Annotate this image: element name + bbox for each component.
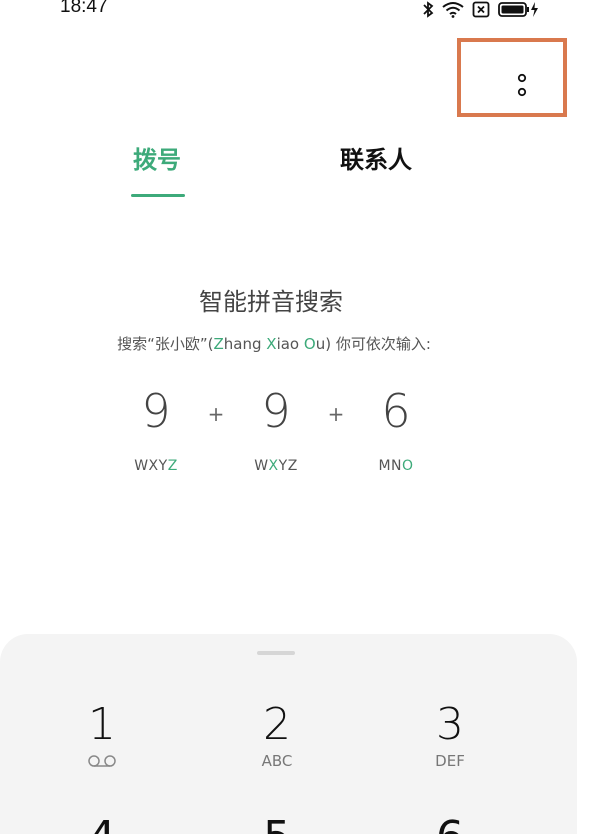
key-digit: 3 — [436, 699, 464, 750]
no-sim-icon — [472, 1, 490, 18]
plus-sign: + — [207, 402, 225, 426]
key-digit: 6 — [430, 818, 470, 834]
key-5[interactable]: 5 — [257, 818, 297, 834]
example-letters-plain: WXY — [134, 458, 168, 474]
example-letters: WXYZ — [116, 458, 196, 474]
example-letters-highlight: Z — [167, 458, 178, 474]
key-digit: 5 — [257, 818, 297, 834]
tab-contacts[interactable]: 联系人 — [340, 140, 412, 175]
example-letters-plain: MN — [378, 458, 403, 474]
more-options-button[interactable] — [505, 64, 541, 108]
voicemail-icon — [88, 755, 116, 767]
desc-prefix: 搜索“张小欧”( — [117, 335, 214, 353]
example-letters-plain: W — [254, 458, 269, 474]
tab-dial[interactable]: 拨号 — [133, 140, 181, 175]
desc-hang: hang — [223, 335, 267, 353]
desc-suffix: ) 你可依次输入: — [325, 335, 431, 353]
key-letters: DEF — [435, 752, 465, 770]
smart-search-title: 智能拼音搜索 — [199, 288, 343, 316]
dial-keypad: 1 2 ABC 3 DEF 4 5 6 — [0, 634, 577, 834]
example-letters-after: YZ — [278, 458, 298, 474]
bluetooth-icon — [422, 0, 434, 18]
key-1[interactable]: 1 — [42, 700, 162, 780]
example-letters-highlight: X — [268, 458, 279, 474]
key-digit: 2 — [263, 699, 291, 750]
example-digit: 9 — [261, 384, 291, 438]
pinyin-example-row: 9 WXYZ + 9 WXYZ + 6 MNO — [0, 384, 590, 494]
battery-charging-icon — [498, 1, 540, 18]
example-digit: 6 — [381, 384, 411, 438]
desc-hl-o: O — [303, 335, 316, 353]
keypad-drag-handle[interactable] — [257, 651, 295, 655]
key-digit: 4 — [82, 818, 122, 834]
desc-iao: iao — [276, 335, 304, 353]
key-letters: ABC — [261, 752, 293, 770]
desc-hl-z: Z — [213, 335, 224, 353]
key-6[interactable]: 6 — [430, 818, 470, 834]
example-letters-highlight: O — [402, 458, 414, 474]
tab-bar: 拨号 联系人 — [0, 140, 590, 200]
desc-u: u — [315, 335, 326, 353]
example-digit: 9 — [141, 384, 171, 438]
key-3[interactable]: 3 DEF — [390, 700, 510, 780]
example-letters: MNO — [356, 458, 436, 474]
plus-sign: + — [327, 402, 345, 426]
wifi-icon — [442, 1, 464, 18]
status-icons — [422, 0, 540, 18]
key-2[interactable]: 2 ABC — [217, 700, 337, 780]
key-4[interactable]: 4 — [82, 818, 122, 834]
tab-indicator — [131, 194, 185, 197]
smart-search-description: 搜索“张小欧”(Zhang Xiao Ou) 你可依次输入: — [0, 333, 548, 354]
status-time: 18:47 — [60, 0, 108, 17]
key-digit: 1 — [88, 699, 116, 750]
more-vertical-icon — [517, 73, 527, 97]
desc-hl-x: X — [266, 335, 277, 353]
example-letters: WXYZ — [236, 458, 316, 474]
status-bar: 18:47 — [0, 0, 590, 22]
